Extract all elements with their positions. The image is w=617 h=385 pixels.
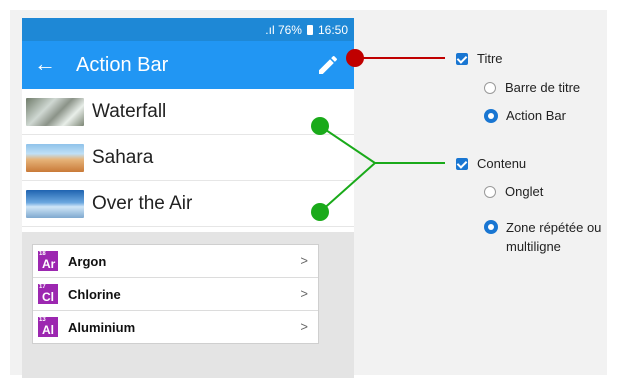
red-connector-dot bbox=[346, 49, 364, 67]
contenu-checkbox[interactable]: Contenu bbox=[456, 156, 526, 171]
contenu-label: Contenu bbox=[477, 156, 527, 171]
green-connector-dot bbox=[311, 203, 329, 221]
radio-unselected-icon bbox=[484, 81, 496, 94]
onglet-label: Onglet bbox=[505, 184, 544, 199]
radio-selected-icon bbox=[484, 108, 498, 123]
checkbox-checked-icon bbox=[456, 157, 468, 170]
onglet-radio[interactable]: Onglet bbox=[484, 184, 543, 199]
radio-unselected-icon bbox=[484, 185, 496, 198]
zone-label-line1: Zone répétée ou bbox=[506, 220, 602, 235]
titre-checkbox[interactable]: Titre bbox=[456, 51, 503, 66]
green-connector-line bbox=[319, 125, 377, 213]
zone-repetee-radio[interactable]: Zone répétée ou multiligne bbox=[484, 218, 601, 256]
radio-selected-icon bbox=[484, 220, 498, 234]
checkbox-checked-icon bbox=[456, 52, 468, 65]
action-bar-radio[interactable]: Action Bar bbox=[484, 108, 566, 123]
titre-label: Titre bbox=[477, 51, 503, 66]
zone-repetee-label: Zone répétée ou multiligne bbox=[506, 218, 601, 256]
barre-de-titre-label: Barre de titre bbox=[505, 80, 581, 95]
action-bar-label: Action Bar bbox=[506, 108, 566, 123]
zone-label-line2: multiligne bbox=[506, 239, 561, 254]
barre-de-titre-radio[interactable]: Barre de titre bbox=[484, 80, 580, 95]
green-connector-dot bbox=[311, 117, 329, 135]
